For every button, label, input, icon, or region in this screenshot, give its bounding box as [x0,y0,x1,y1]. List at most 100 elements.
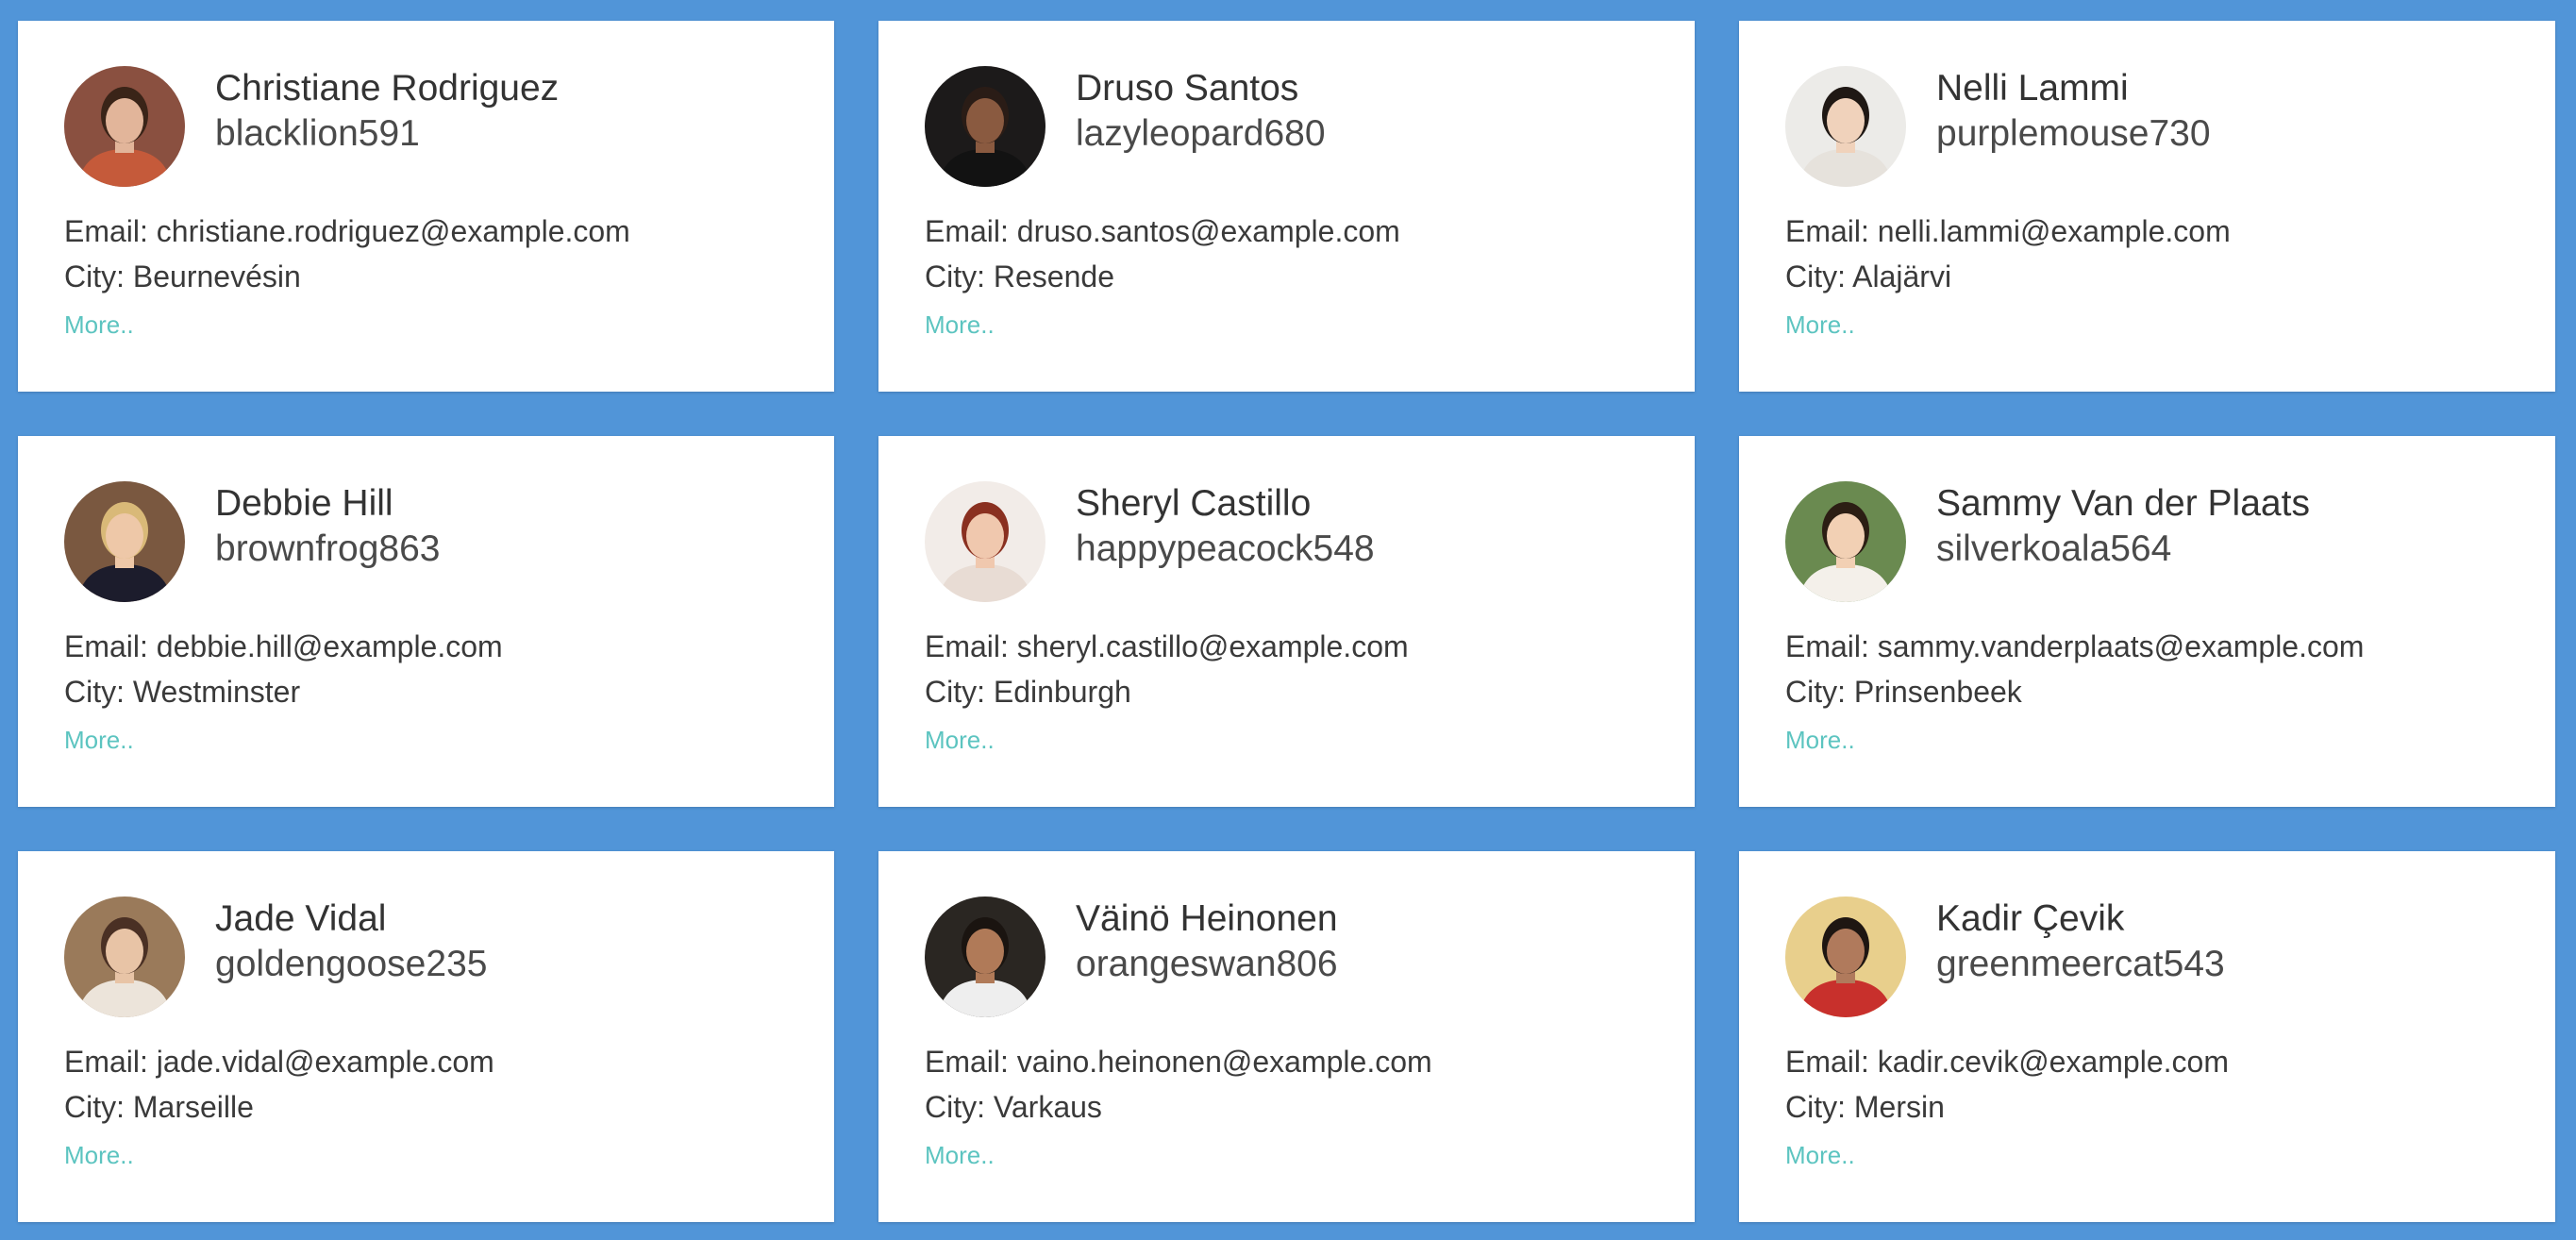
email-label: Email: [925,629,1017,663]
user-name: Christiane Rodriguez [215,68,560,109]
user-username: happypeacock548 [1076,528,1375,569]
avatar-photo [925,481,1045,602]
more-link[interactable]: More.. [64,1140,134,1170]
user-card: Nelli Lammi purplemouse730 Email: nelli.… [1739,21,2555,392]
user-name: Nelli Lammi [1936,68,2129,109]
more-link[interactable]: More.. [925,1140,995,1170]
user-city: City: Resende [925,258,1114,295]
user-username: purplemouse730 [1936,113,2211,154]
email-value: nelli.lammi@example.com [1877,214,2231,248]
user-email: Email: debbie.hill@example.com [64,628,503,665]
avatar-photo [64,66,185,187]
user-card: Kadir Çevik greenmeercat543 Email: kadir… [1739,851,2555,1222]
user-card: Väinö Heinonen orangeswan806 Email: vain… [878,851,1695,1222]
avatar [925,481,1045,602]
avatar [925,66,1045,187]
email-value: debbie.hill@example.com [156,629,503,663]
avatar [1785,896,1906,1017]
city-label: City: [925,260,994,293]
email-label: Email: [925,214,1017,248]
user-card: Debbie Hill brownfrog863 Email: debbie.h… [18,436,834,807]
city-label: City: [64,675,133,709]
user-email: Email: sammy.vanderplaats@example.com [1785,628,2364,665]
city-label: City: [1785,1090,1854,1124]
email-label: Email: [64,214,157,248]
city-value: Resende [993,260,1114,293]
user-city: City: Westminster [64,673,300,711]
more-link[interactable]: More.. [64,725,134,755]
avatar-photo [64,896,185,1017]
email-label: Email: [925,1045,1017,1079]
city-value: Marseille [132,1090,254,1124]
avatar [64,896,185,1017]
user-city: City: Marseille [64,1088,254,1126]
user-card: Sheryl Castillo happypeacock548 Email: s… [878,436,1695,807]
email-label: Email: [1785,629,1878,663]
user-name: Debbie Hill [215,483,393,524]
more-link[interactable]: More.. [925,725,995,755]
email-value: sheryl.castillo@example.com [1016,629,1409,663]
user-card: Druso Santos lazyleopard680 Email: druso… [878,21,1695,392]
city-value: Westminster [132,675,301,709]
user-email: Email: christiane.rodriguez@example.com [64,212,630,250]
user-name: Jade Vidal [215,898,387,939]
city-value: Prinsenbeek [1853,675,2022,709]
user-name: Sammy Van der Plaats [1936,483,2310,524]
user-email: Email: nelli.lammi@example.com [1785,212,2231,250]
avatar [1785,481,1906,602]
email-value: vaino.heinonen@example.com [1016,1045,1432,1079]
user-city: City: Prinsenbeek [1785,673,2022,711]
more-link[interactable]: More.. [1785,1140,1855,1170]
email-value: jade.vidal@example.com [156,1045,494,1079]
user-name: Druso Santos [1076,68,1299,109]
city-label: City: [64,260,133,293]
user-city: City: Varkaus [925,1088,1102,1126]
email-value: kadir.cevik@example.com [1877,1045,2229,1079]
user-city: City: Alajärvi [1785,258,1951,295]
avatar-photo [925,896,1045,1017]
user-email: Email: kadir.cevik@example.com [1785,1043,2229,1081]
city-value: Alajärvi [1852,260,1952,293]
user-email: Email: vaino.heinonen@example.com [925,1043,1432,1081]
more-link[interactable]: More.. [64,310,134,340]
email-label: Email: [1785,1045,1878,1079]
user-username: goldengoose235 [215,944,488,984]
more-link[interactable]: More.. [1785,725,1855,755]
user-card: Christiane Rodriguez blacklion591 Email:… [18,21,834,392]
user-username: greenmeercat543 [1936,944,2225,984]
email-value: sammy.vanderplaats@example.com [1877,629,2365,663]
user-username: orangeswan806 [1076,944,1338,984]
email-label: Email: [1785,214,1878,248]
user-username: lazyleopard680 [1076,113,1326,154]
user-name: Väinö Heinonen [1076,898,1338,939]
email-value: druso.santos@example.com [1016,214,1400,248]
user-username: brownfrog863 [215,528,441,569]
avatar-photo [1785,481,1906,602]
avatar-photo [1785,896,1906,1017]
more-link[interactable]: More.. [925,310,995,340]
city-value: Edinburgh [993,675,1131,709]
user-city: City: Beurnevésin [64,258,301,295]
email-label: Email: [64,1045,157,1079]
user-card: Sammy Van der Plaats silverkoala564 Emai… [1739,436,2555,807]
city-label: City: [925,1090,994,1124]
user-username: silverkoala564 [1936,528,2172,569]
city-label: City: [1785,675,1854,709]
city-label: City: [64,1090,133,1124]
user-name: Kadir Çevik [1936,898,2125,939]
city-label: City: [925,675,994,709]
user-email: Email: sheryl.castillo@example.com [925,628,1409,665]
email-value: christiane.rodriguez@example.com [156,214,630,248]
avatar [1785,66,1906,187]
user-card-grid: Christiane Rodriguez blacklion591 Email:… [18,21,2555,1222]
user-card: Jade Vidal goldengoose235 Email: jade.vi… [18,851,834,1222]
city-value: Mersin [1853,1090,1945,1124]
avatar-photo [925,66,1045,187]
avatar [925,896,1045,1017]
user-email: Email: druso.santos@example.com [925,212,1400,250]
more-link[interactable]: More.. [1785,310,1855,340]
user-username: blacklion591 [215,113,420,154]
email-label: Email: [64,629,157,663]
user-name: Sheryl Castillo [1076,483,1312,524]
avatar [64,66,185,187]
